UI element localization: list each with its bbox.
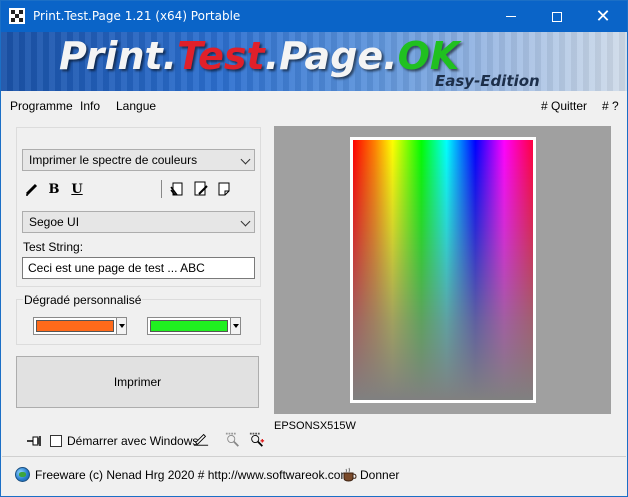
bold-button[interactable]: B xyxy=(46,181,62,197)
globe-icon xyxy=(15,467,30,482)
color-spectrum xyxy=(353,140,533,400)
banner: Print.Test.Page.OK Easy-Edition xyxy=(1,32,627,91)
pin-icon[interactable] xyxy=(26,433,42,449)
app-icon xyxy=(9,8,25,24)
close-icon: ✕ xyxy=(595,5,611,27)
font-select[interactable]: Segoe UI xyxy=(22,211,255,233)
close-button[interactable]: ✕ xyxy=(580,1,626,32)
page-icon[interactable] xyxy=(216,181,232,197)
toolbar-divider xyxy=(161,180,162,198)
minimize-icon xyxy=(506,16,516,17)
dropdown-arrow-icon xyxy=(116,318,126,334)
maximize-icon xyxy=(552,11,562,22)
coffee-cup-icon xyxy=(343,467,357,482)
underline-button[interactable]: U xyxy=(69,181,85,197)
minimize-button[interactable] xyxy=(488,1,534,32)
print-preview xyxy=(274,126,611,414)
pen-icon[interactable] xyxy=(24,181,40,197)
color2-swatch xyxy=(150,320,228,332)
printer-name: EPSONSX515W xyxy=(274,420,356,432)
footer-divider xyxy=(2,456,626,457)
edit-icon[interactable] xyxy=(193,431,209,447)
menu-help[interactable]: # ? xyxy=(602,99,619,113)
print-button[interactable]: Imprimer xyxy=(16,356,259,408)
footer-link[interactable]: Freeware (c) Nenad Hrg 2020 # http://www… xyxy=(35,468,350,482)
preview-page xyxy=(350,137,536,403)
window-title: Print.Test.Page 1.21 (x64) Portable xyxy=(33,9,241,23)
test-string-input[interactable]: Ceci est une page de test ... ABC xyxy=(22,257,255,279)
settings-group: Imprimer le spectre de couleurs B U Sego… xyxy=(16,127,261,287)
gradient-color2-picker[interactable] xyxy=(147,317,241,335)
test-string-label: Test String: xyxy=(23,240,84,254)
menu-programme[interactable]: Programme xyxy=(10,99,73,113)
title-bar: Print.Test.Page 1.21 (x64) Portable ✕ xyxy=(1,1,627,32)
banner-logo: Print.Test.Page.OK xyxy=(59,34,460,78)
page-edit-icon[interactable] xyxy=(193,181,209,197)
chevron-down-icon xyxy=(240,216,251,227)
app-window: Print.Test.Page 1.21 (x64) Portable ✕ Pr… xyxy=(0,0,628,497)
autostart-label: Démarrer avec Windows xyxy=(67,434,199,448)
donate-link[interactable]: Donner xyxy=(360,468,399,482)
maximize-button[interactable] xyxy=(534,1,580,32)
gradient-color1-picker[interactable] xyxy=(33,317,127,335)
banner-edition: Easy-Edition xyxy=(435,72,540,90)
chevron-down-icon xyxy=(240,154,251,165)
menu-info[interactable]: Info xyxy=(80,99,100,113)
menu-bar: Programme Info Langue # Quitter # ? xyxy=(1,91,627,119)
dropdown-arrow-icon xyxy=(230,318,240,334)
gradient-label: Dégradé personnalisé xyxy=(23,293,143,307)
page-rotate-icon[interactable] xyxy=(170,181,186,197)
mode-select[interactable]: Imprimer le spectre de couleurs xyxy=(22,149,255,171)
menu-langue[interactable]: Langue xyxy=(116,99,156,113)
zoom-out-icon[interactable] xyxy=(225,431,241,447)
zoom-in-icon[interactable] xyxy=(249,431,265,447)
menu-quit[interactable]: # Quitter xyxy=(541,99,587,113)
gradient-group: Dégradé personnalisé xyxy=(16,293,261,345)
color1-swatch xyxy=(36,320,114,332)
autostart-checkbox[interactable] xyxy=(50,435,62,447)
